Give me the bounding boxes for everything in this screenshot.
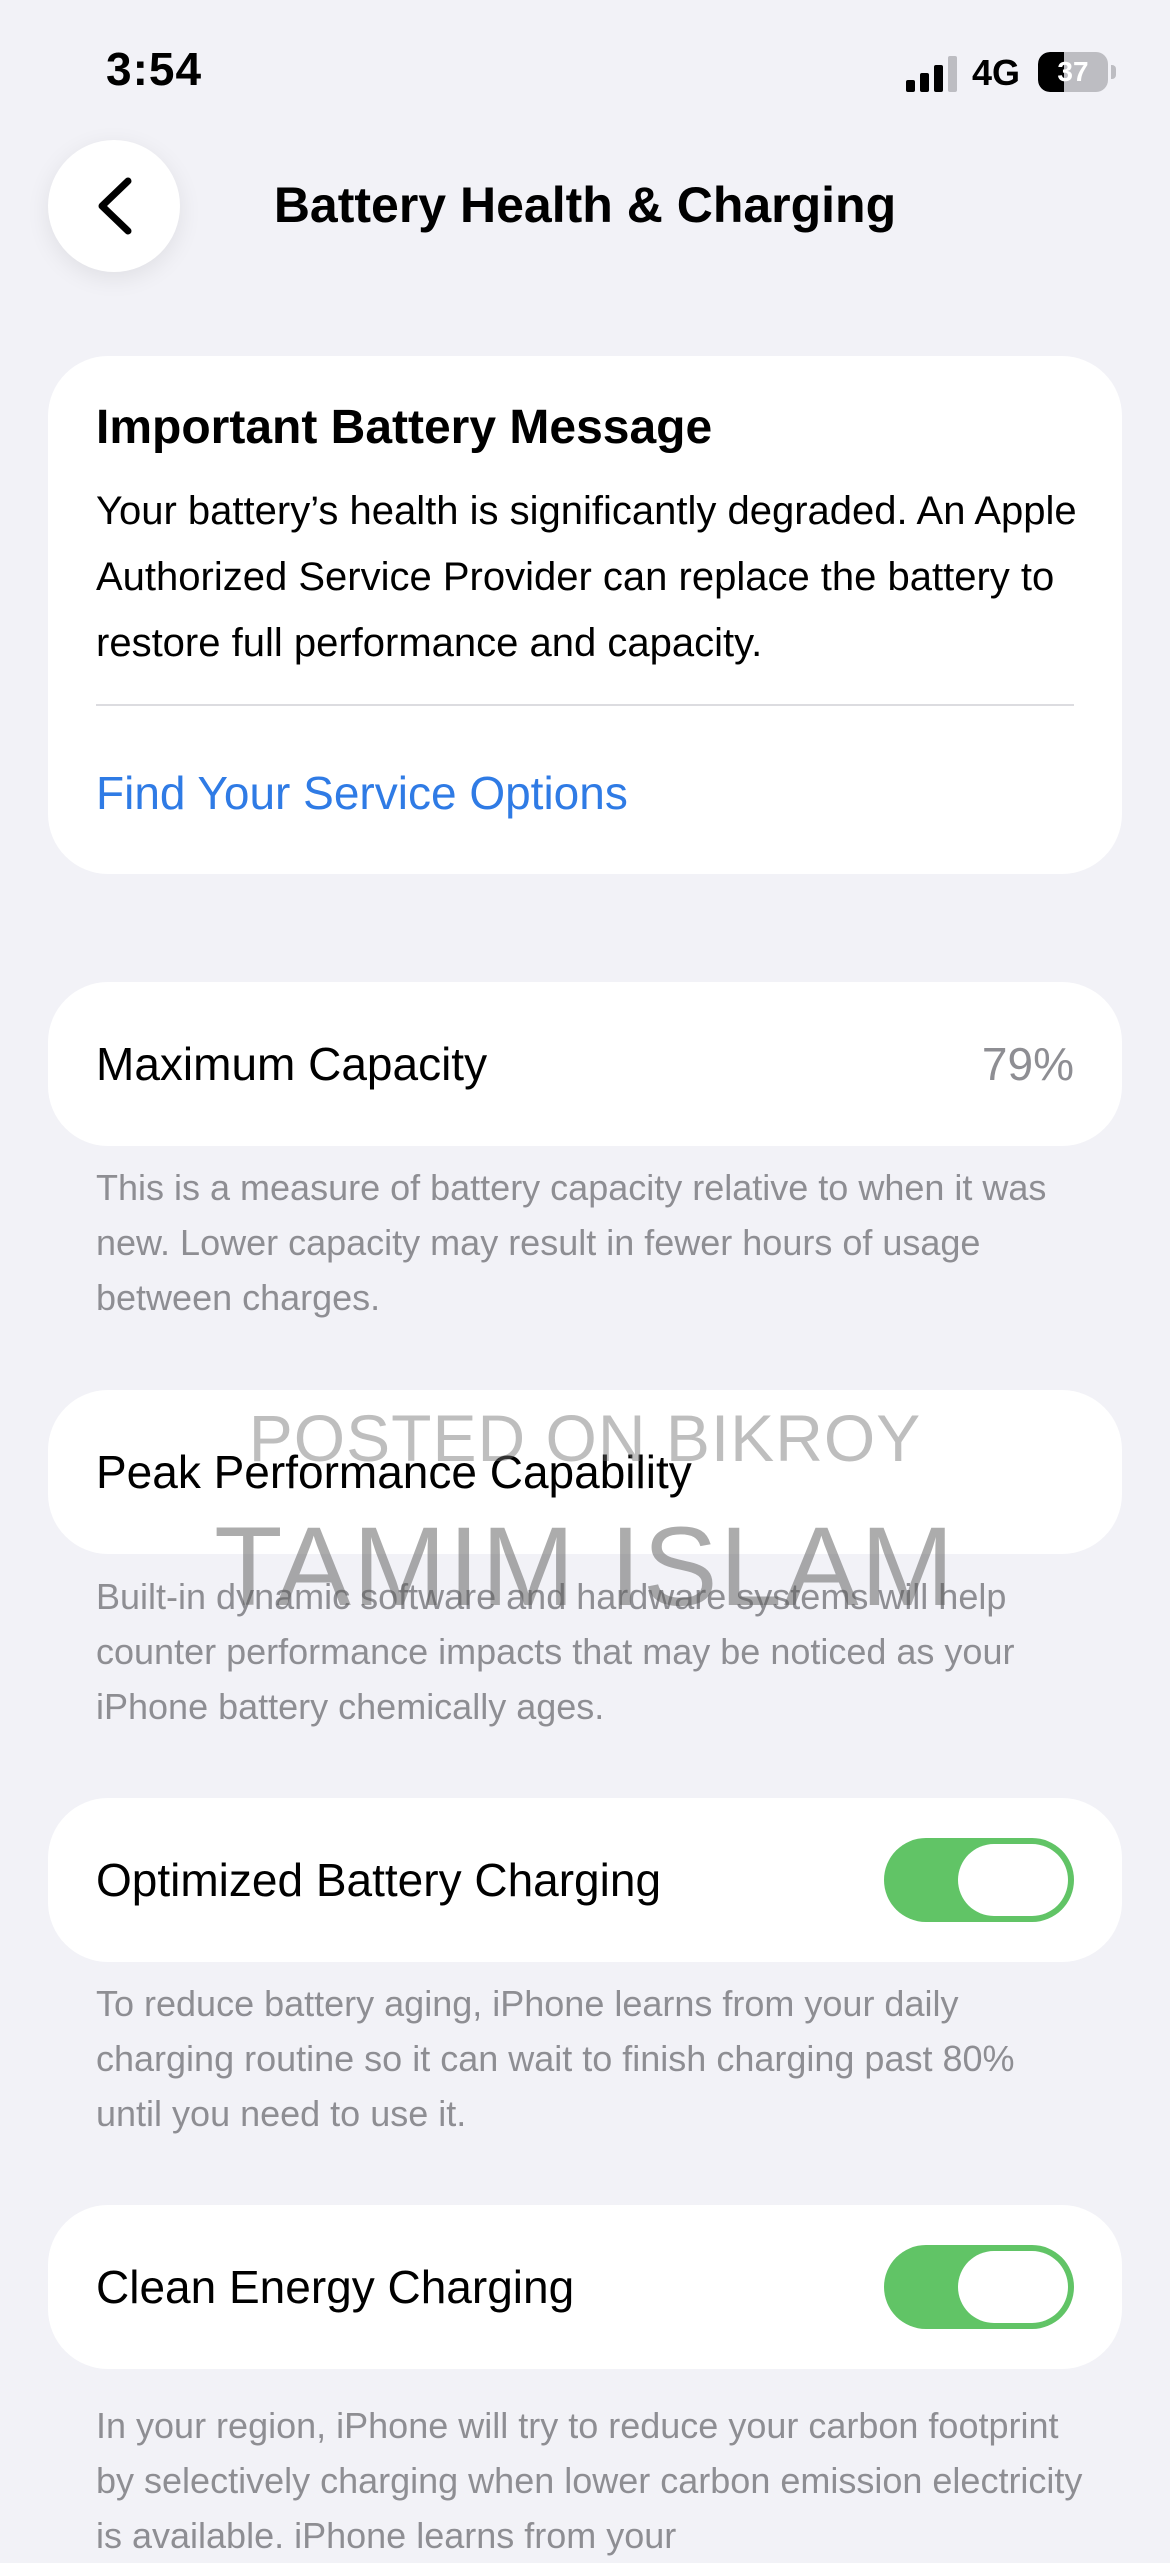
optimized-charging-row: Optimized Battery Charging <box>48 1798 1122 1962</box>
page-title: Battery Health & Charging <box>273 177 897 233</box>
peak-performance-label: Peak Performance Capability <box>96 1446 692 1498</box>
battery-message-body: Your battery’s health is significantly d… <box>96 489 1077 665</box>
maximum-capacity-footnote: This is a measure of battery capacity re… <box>96 1167 1047 1318</box>
peak-performance-footnote: Built-in dynamic software and hardware s… <box>96 1576 1015 1727</box>
find-service-options-link[interactable]: Find Your Service Options <box>96 766 628 820</box>
clean-energy-toggle[interactable] <box>884 2245 1074 2329</box>
optimized-charging-footnote: To reduce battery aging, iPhone learns f… <box>96 1983 1015 2134</box>
status-time: 3:54 <box>106 43 203 95</box>
clean-energy-footnote: In your region, iPhone will try to reduc… <box>96 2405 1083 2556</box>
clean-energy-label: Clean Energy Charging <box>96 2261 575 2313</box>
divider <box>96 704 1074 706</box>
battery-percent: 37 <box>1057 56 1089 87</box>
battery-message-card: Important Battery Message Your battery’s… <box>48 356 1122 874</box>
clean-energy-row: Clean Energy Charging <box>48 2205 1122 2369</box>
battery-icon: 37 <box>1038 52 1116 92</box>
maximum-capacity-label: Maximum Capacity <box>96 1038 488 1090</box>
network-type: 4G <box>972 52 1021 93</box>
cellular-signal-icon <box>906 56 957 92</box>
peak-performance-row: Peak Performance Capability <box>48 1390 1122 1554</box>
maximum-capacity-value: 79% <box>981 1038 1074 1090</box>
battery-message-title: Important Battery Message <box>96 401 713 454</box>
maximum-capacity-row: Maximum Capacity 79% <box>48 982 1122 1146</box>
optimized-charging-label: Optimized Battery Charging <box>96 1854 662 1906</box>
status-bar: 3:54 4G 37 <box>0 0 1170 150</box>
optimized-charging-toggle[interactable] <box>884 1838 1074 1922</box>
